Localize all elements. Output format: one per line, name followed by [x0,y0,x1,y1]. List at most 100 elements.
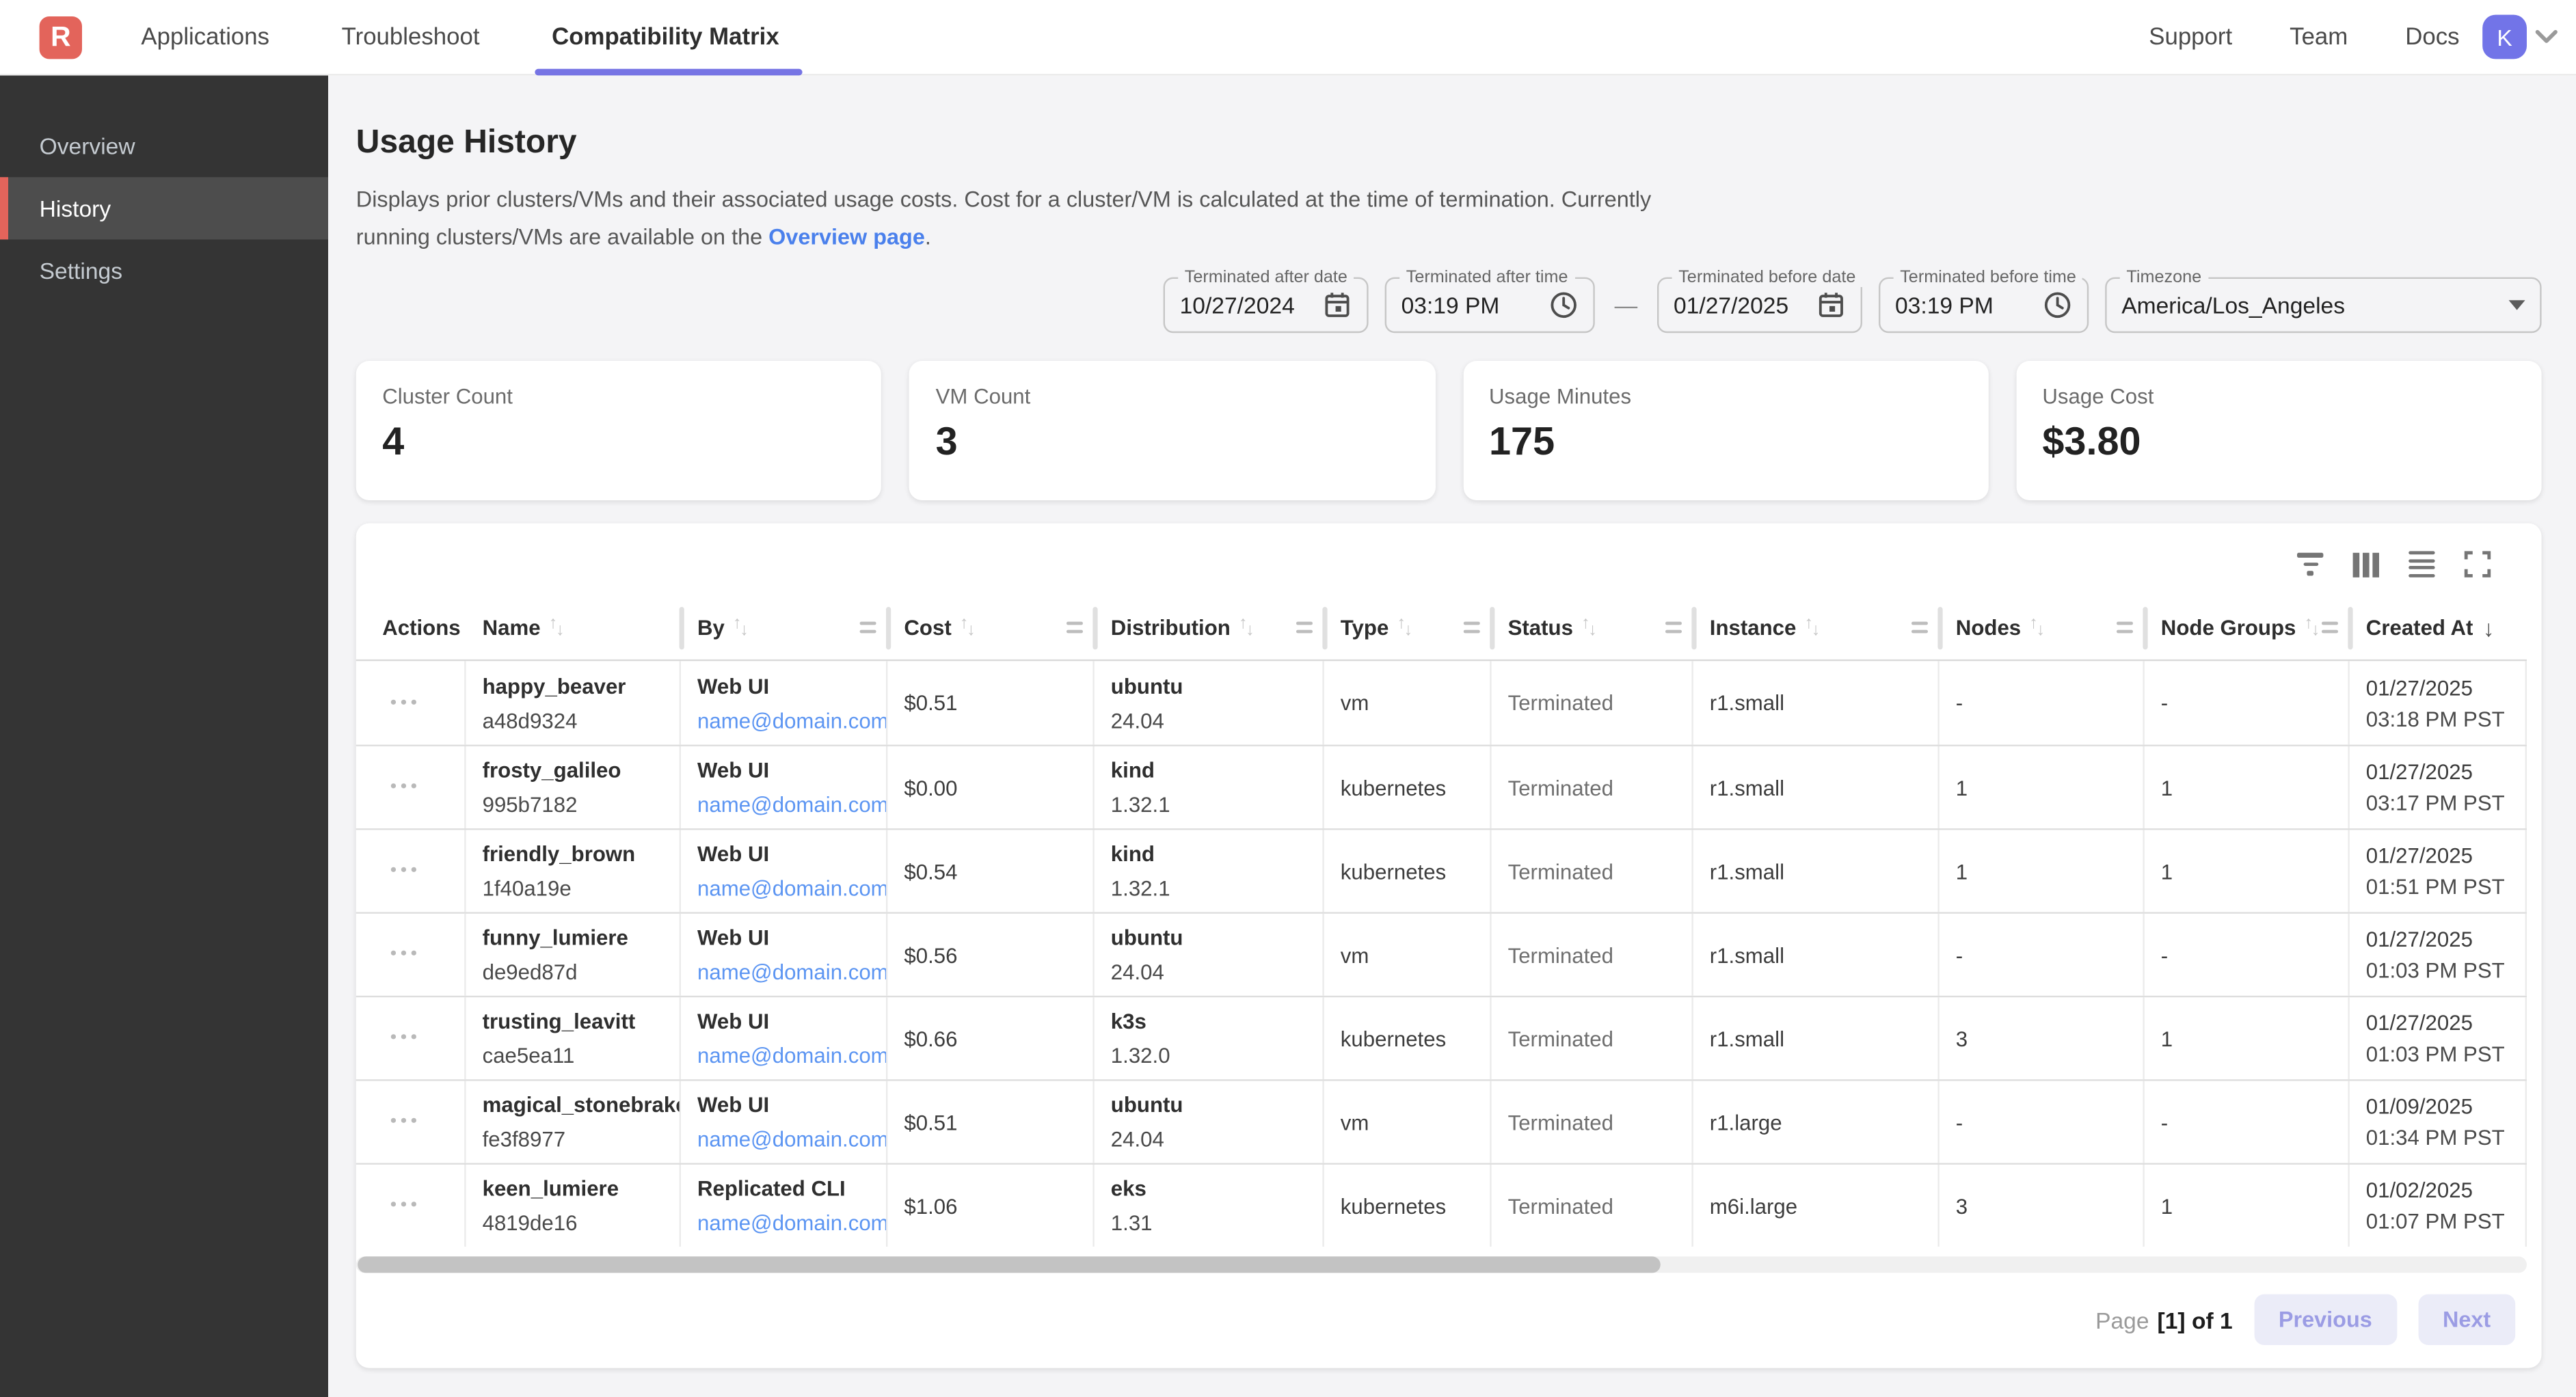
stat-card-vm-count: VM Count 3 [909,361,1435,500]
nav-link-docs[interactable]: Docs [2405,24,2459,50]
created-date: 01/27/2025 [2366,843,2515,868]
clock-icon[interactable] [2043,290,2072,320]
status-badge: Terminated [1508,1026,1682,1050]
cell-by: Web UI name@domain.com [681,914,887,996]
previous-button[interactable]: Previous [2254,1294,2397,1345]
sort-icon[interactable]: ↑↓ [960,619,976,636]
column-menu-icon[interactable] [1665,621,1681,634]
table-row[interactable]: ●●● trusting_leavitt cae5ea11 Web UI nam… [356,996,2527,1079]
table-row[interactable]: ●●● keen_lumiere 4819de16 Replicated CLI… [356,1163,2527,1247]
nav-item-troubleshoot[interactable]: Troubleshoot [335,0,486,74]
created-by-email-link[interactable]: name@domain.com [697,792,876,817]
created-by-email-link[interactable]: name@domain.com [697,1210,876,1235]
row-actions-menu-icon[interactable]: ●●● [390,863,420,879]
column-menu-icon[interactable] [1066,621,1082,634]
row-actions-menu-icon[interactable]: ●●● [390,694,420,711]
nav-link-support[interactable]: Support [2149,24,2232,50]
type-value: kubernetes [1341,858,1480,883]
clock-icon[interactable] [1549,290,1579,320]
column-header-status[interactable]: Status ↑↓ [1492,595,1693,660]
table-row[interactable]: ●●● funny_lumiere de9ed87d Web UI name@d… [356,912,2527,995]
sidebar-item-label: History [40,195,111,221]
sort-icon[interactable]: ↑↓ [2029,619,2045,636]
column-header-distribution[interactable]: Distribution ↑↓ [1095,595,1324,660]
column-header-name[interactable]: Name ↑↓ [466,595,681,660]
sort-icon[interactable]: ↑↓ [1239,619,1255,636]
column-header-by[interactable]: By ↑↓ [681,595,887,660]
calendar-icon[interactable] [1816,290,1846,320]
created-by-email-link[interactable]: name@domain.com [697,1043,876,1068]
sort-icon[interactable]: ↑↓ [1397,619,1412,636]
created-by-email-link[interactable]: name@domain.com [697,960,876,984]
column-header-instance[interactable]: Instance ↑↓ [1693,595,1940,660]
row-actions-cell: ●●● [356,746,466,828]
column-header-node-groups[interactable]: Node Groups ↑↓ [2145,595,2350,660]
created-by-source: Web UI [697,1009,876,1033]
fullscreen-icon[interactable] [2463,550,2492,579]
cell-status: Terminated [1492,914,1693,996]
created-time: 01:03 PM PST [2366,1042,2515,1066]
chevron-down-icon[interactable] [2535,29,2558,44]
distribution-version: 24.04 [1111,708,1313,733]
next-button[interactable]: Next [2418,1294,2515,1345]
density-icon[interactable] [2407,550,2437,579]
timezone-select[interactable]: Timezone America/Los_Angeles [2105,277,2541,334]
column-menu-icon[interactable] [2321,621,2337,634]
column-menu-icon[interactable] [1463,621,1479,634]
sort-icon[interactable]: ↑↓ [733,619,749,636]
nav-item-compatibility-matrix[interactable]: Compatibility Matrix [546,0,786,74]
terminated-after-date-input[interactable]: Terminated after date 10/27/2024 [1164,277,1369,334]
created-by-email-link[interactable]: name@domain.com [697,1127,876,1152]
filter-icon[interactable] [2296,550,2325,579]
columns-icon[interactable] [2351,550,2380,579]
column-header-created-at[interactable]: Created At ↓ [2350,595,2527,660]
nav-item-applications[interactable]: Applications [135,0,276,74]
row-actions-menu-icon[interactable]: ●●● [390,1114,420,1130]
created-time: 01:07 PM PST [2366,1209,2515,1234]
row-actions-menu-icon[interactable]: ●●● [390,947,420,963]
cell-cost: $0.51 [887,1081,1094,1163]
column-menu-icon[interactable] [1296,621,1312,634]
terminated-before-time-input[interactable]: Terminated before time 03:19 PM [1879,277,2089,334]
stat-value: 3 [936,420,1409,465]
stat-label: Usage Minutes [1489,384,1962,409]
created-by-email-link[interactable]: name@domain.com [697,708,876,733]
sidebar-item-history[interactable]: History [0,177,328,239]
replicated-logo-icon[interactable]: R [40,16,82,58]
overview-page-link[interactable]: Overview page [768,224,925,249]
table-row[interactable]: ●●● frosty_galileo 995b7182 Web UI name@… [356,745,2527,828]
sort-icon[interactable]: ↑↓ [549,619,565,636]
nav-item-label: Troubleshoot [342,24,480,50]
terminated-before-date-input[interactable]: Terminated before date 01/27/2025 [1657,277,1862,334]
column-header-type[interactable]: Type ↑↓ [1324,595,1492,660]
column-header-nodes[interactable]: Nodes ↑↓ [1940,595,2145,660]
sidebar-item-overview[interactable]: Overview [0,115,328,177]
sort-icon[interactable]: ↑↓ [1581,619,1597,636]
nav-link-team[interactable]: Team [2290,24,2348,50]
cell-node-groups: 1 [2145,830,2350,912]
account-menu[interactable]: K [2482,15,2558,59]
column-menu-icon[interactable] [2116,621,2132,634]
column-menu-icon[interactable] [859,621,875,634]
row-actions-menu-icon[interactable]: ●●● [390,779,420,796]
calendar-icon[interactable] [1322,290,1352,320]
row-actions-menu-icon[interactable]: ●●● [390,1197,420,1214]
table-row[interactable]: ●●● happy_beaver a48d9324 Web UI name@do… [356,661,2527,744]
table-row[interactable]: ●●● magical_stonebraker fe3f8977 Web UI … [356,1079,2527,1163]
scrollbar-thumb[interactable] [358,1256,1660,1273]
row-actions-menu-icon[interactable]: ●●● [390,1030,420,1046]
avatar[interactable]: K [2482,15,2527,59]
column-header-cost[interactable]: Cost ↑↓ [887,595,1094,660]
sort-icon[interactable]: ↑↓ [1804,619,1820,636]
table-row[interactable]: ●●● friendly_brown 1f40a19e Web UI name@… [356,828,2527,912]
instance-value: r1.small [1710,942,1928,967]
sort-icon[interactable]: ↑↓ [2304,619,2320,636]
created-by-email-link[interactable]: name@domain.com [697,876,876,901]
terminated-after-time-input[interactable]: Terminated after time 03:19 PM [1385,277,1595,334]
created-by-source: Replicated CLI [697,1176,876,1201]
column-menu-icon[interactable] [1911,621,1927,634]
sidebar-item-settings[interactable]: Settings [0,239,328,301]
created-date: 01/27/2025 [2366,1010,2515,1035]
horizontal-scrollbar[interactable] [356,1256,2527,1273]
sort-desc-icon[interactable]: ↓ [2483,614,2495,640]
